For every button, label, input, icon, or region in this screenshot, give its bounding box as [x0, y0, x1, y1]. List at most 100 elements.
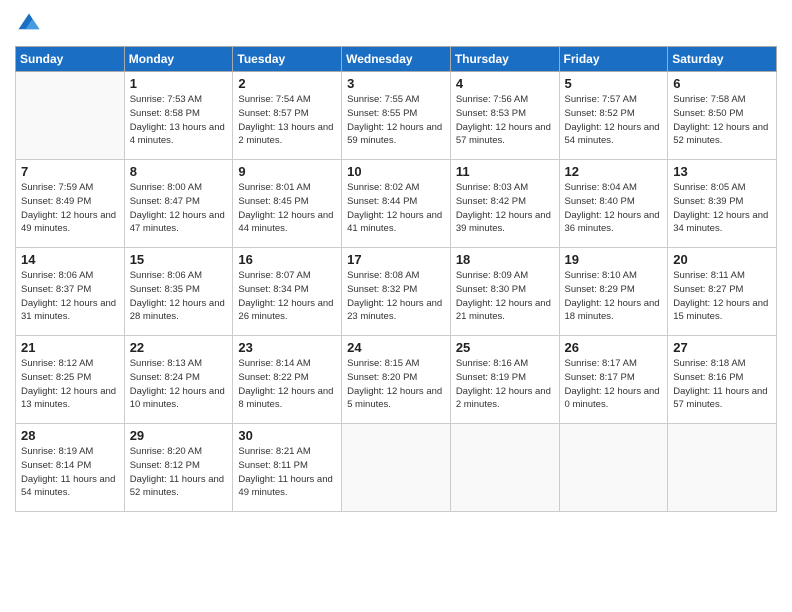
- day-number: 23: [238, 340, 336, 355]
- day-detail: Sunrise: 8:00 AM Sunset: 8:47 PM Dayligh…: [130, 181, 228, 236]
- calendar-cell: 28 Sunrise: 8:19 AM Sunset: 8:14 PM Dayli…: [16, 424, 125, 512]
- day-number: 27: [673, 340, 771, 355]
- calendar-cell: 8 Sunrise: 8:00 AM Sunset: 8:47 PM Daylig…: [124, 160, 233, 248]
- day-number: 12: [565, 164, 663, 179]
- calendar-cell: 17 Sunrise: 8:08 AM Sunset: 8:32 PM Dayli…: [342, 248, 451, 336]
- day-detail: Sunrise: 7:57 AM Sunset: 8:52 PM Dayligh…: [565, 93, 663, 148]
- day-detail: Sunrise: 8:06 AM Sunset: 8:35 PM Dayligh…: [130, 269, 228, 324]
- day-detail: Sunrise: 8:19 AM Sunset: 8:14 PM Dayligh…: [21, 445, 119, 500]
- day-detail: Sunrise: 8:05 AM Sunset: 8:39 PM Dayligh…: [673, 181, 771, 236]
- day-number: 14: [21, 252, 119, 267]
- weekday-header-thursday: Thursday: [450, 47, 559, 72]
- day-detail: Sunrise: 8:16 AM Sunset: 8:19 PM Dayligh…: [456, 357, 554, 412]
- day-detail: Sunrise: 8:07 AM Sunset: 8:34 PM Dayligh…: [238, 269, 336, 324]
- day-detail: Sunrise: 8:01 AM Sunset: 8:45 PM Dayligh…: [238, 181, 336, 236]
- calendar-cell: 1 Sunrise: 7:53 AM Sunset: 8:58 PM Daylig…: [124, 72, 233, 160]
- day-detail: Sunrise: 8:17 AM Sunset: 8:17 PM Dayligh…: [565, 357, 663, 412]
- day-number: 10: [347, 164, 445, 179]
- calendar-cell: [559, 424, 668, 512]
- calendar-cell: 23 Sunrise: 8:14 AM Sunset: 8:22 PM Dayli…: [233, 336, 342, 424]
- calendar-cell: 3 Sunrise: 7:55 AM Sunset: 8:55 PM Daylig…: [342, 72, 451, 160]
- calendar-cell: 19 Sunrise: 8:10 AM Sunset: 8:29 PM Dayli…: [559, 248, 668, 336]
- weekday-header-sunday: Sunday: [16, 47, 125, 72]
- calendar-cell: 16 Sunrise: 8:07 AM Sunset: 8:34 PM Dayli…: [233, 248, 342, 336]
- day-number: 2: [238, 76, 336, 91]
- calendar-cell: 2 Sunrise: 7:54 AM Sunset: 8:57 PM Daylig…: [233, 72, 342, 160]
- calendar-table: SundayMondayTuesdayWednesdayThursdayFrid…: [15, 46, 777, 512]
- day-detail: Sunrise: 8:06 AM Sunset: 8:37 PM Dayligh…: [21, 269, 119, 324]
- day-detail: Sunrise: 7:53 AM Sunset: 8:58 PM Dayligh…: [130, 93, 228, 148]
- calendar-cell: 11 Sunrise: 8:03 AM Sunset: 8:42 PM Dayli…: [450, 160, 559, 248]
- weekday-header-saturday: Saturday: [668, 47, 777, 72]
- day-number: 3: [347, 76, 445, 91]
- calendar-cell: 21 Sunrise: 8:12 AM Sunset: 8:25 PM Dayli…: [16, 336, 125, 424]
- calendar-cell: 5Sunrise: 7:57 AM Sunset: 8:52 PM Daylig…: [559, 72, 668, 160]
- day-number: 6: [673, 76, 771, 91]
- day-number: 21: [21, 340, 119, 355]
- day-detail: Sunrise: 8:10 AM Sunset: 8:29 PM Dayligh…: [565, 269, 663, 324]
- day-detail: Sunrise: 7:59 AM Sunset: 8:49 PM Dayligh…: [21, 181, 119, 236]
- calendar-cell: [342, 424, 451, 512]
- day-number: 8: [130, 164, 228, 179]
- day-number: 18: [456, 252, 554, 267]
- day-number: 22: [130, 340, 228, 355]
- calendar-cell: 18 Sunrise: 8:09 AM Sunset: 8:30 PM Dayli…: [450, 248, 559, 336]
- calendar-cell: 30 Sunrise: 8:21 AM Sunset: 8:11 PM Dayli…: [233, 424, 342, 512]
- day-detail: Sunrise: 7:55 AM Sunset: 8:55 PM Dayligh…: [347, 93, 445, 148]
- calendar-cell: 20 Sunrise: 8:11 AM Sunset: 8:27 PM Dayli…: [668, 248, 777, 336]
- calendar-cell: 12 Sunrise: 8:04 AM Sunset: 8:40 PM Dayli…: [559, 160, 668, 248]
- logo: [15, 10, 47, 38]
- calendar-cell: 6 Sunrise: 7:58 AM Sunset: 8:50 PM Daylig…: [668, 72, 777, 160]
- calendar-cell: 4 Sunrise: 7:56 AM Sunset: 8:53 PM Daylig…: [450, 72, 559, 160]
- day-detail: Sunrise: 8:02 AM Sunset: 8:44 PM Dayligh…: [347, 181, 445, 236]
- calendar-cell: [668, 424, 777, 512]
- weekday-header-friday: Friday: [559, 47, 668, 72]
- day-detail: Sunrise: 7:56 AM Sunset: 8:53 PM Dayligh…: [456, 93, 554, 148]
- day-number: 28: [21, 428, 119, 443]
- weekday-header-monday: Monday: [124, 47, 233, 72]
- day-detail: Sunrise: 7:54 AM Sunset: 8:57 PM Dayligh…: [238, 93, 336, 148]
- day-number: 13: [673, 164, 771, 179]
- day-number: 15: [130, 252, 228, 267]
- calendar-cell: 26Sunrise: 8:17 AM Sunset: 8:17 PM Dayli…: [559, 336, 668, 424]
- calendar-cell: 13 Sunrise: 8:05 AM Sunset: 8:39 PM Dayli…: [668, 160, 777, 248]
- day-number: 19: [565, 252, 663, 267]
- day-number: 20: [673, 252, 771, 267]
- calendar-cell: 29 Sunrise: 8:20 AM Sunset: 8:12 PM Dayli…: [124, 424, 233, 512]
- weekday-header-wednesday: Wednesday: [342, 47, 451, 72]
- day-detail: Sunrise: 8:08 AM Sunset: 8:32 PM Dayligh…: [347, 269, 445, 324]
- calendar-cell: 25 Sunrise: 8:16 AM Sunset: 8:19 PM Dayli…: [450, 336, 559, 424]
- day-number: 16: [238, 252, 336, 267]
- day-number: 29: [130, 428, 228, 443]
- day-number: 17: [347, 252, 445, 267]
- calendar-cell: 27Sunrise: 8:18 AM Sunset: 8:16 PM Dayli…: [668, 336, 777, 424]
- calendar-cell: 9 Sunrise: 8:01 AM Sunset: 8:45 PM Daylig…: [233, 160, 342, 248]
- day-number: 25: [456, 340, 554, 355]
- calendar-cell: [16, 72, 125, 160]
- day-number: 1: [130, 76, 228, 91]
- calendar-cell: [450, 424, 559, 512]
- day-number: 11: [456, 164, 554, 179]
- day-detail: Sunrise: 8:20 AM Sunset: 8:12 PM Dayligh…: [130, 445, 228, 500]
- day-number: 30: [238, 428, 336, 443]
- weekday-header-tuesday: Tuesday: [233, 47, 342, 72]
- day-detail: Sunrise: 8:21 AM Sunset: 8:11 PM Dayligh…: [238, 445, 336, 500]
- day-detail: Sunrise: 8:14 AM Sunset: 8:22 PM Dayligh…: [238, 357, 336, 412]
- day-number: 9: [238, 164, 336, 179]
- logo-icon: [15, 10, 43, 38]
- day-number: 7: [21, 164, 119, 179]
- calendar-cell: 10 Sunrise: 8:02 AM Sunset: 8:44 PM Dayli…: [342, 160, 451, 248]
- calendar-cell: 7 Sunrise: 7:59 AM Sunset: 8:49 PM Daylig…: [16, 160, 125, 248]
- day-detail: Sunrise: 8:09 AM Sunset: 8:30 PM Dayligh…: [456, 269, 554, 324]
- calendar-cell: 22 Sunrise: 8:13 AM Sunset: 8:24 PM Dayli…: [124, 336, 233, 424]
- day-detail: Sunrise: 8:12 AM Sunset: 8:25 PM Dayligh…: [21, 357, 119, 412]
- day-detail: Sunrise: 8:04 AM Sunset: 8:40 PM Dayligh…: [565, 181, 663, 236]
- day-detail: Sunrise: 7:58 AM Sunset: 8:50 PM Dayligh…: [673, 93, 771, 148]
- day-detail: Sunrise: 8:03 AM Sunset: 8:42 PM Dayligh…: [456, 181, 554, 236]
- page-header: [15, 10, 777, 38]
- day-detail: Sunrise: 8:15 AM Sunset: 8:20 PM Dayligh…: [347, 357, 445, 412]
- day-detail: Sunrise: 8:11 AM Sunset: 8:27 PM Dayligh…: [673, 269, 771, 324]
- day-number: 4: [456, 76, 554, 91]
- calendar-cell: 24Sunrise: 8:15 AM Sunset: 8:20 PM Dayli…: [342, 336, 451, 424]
- day-detail: Sunrise: 8:13 AM Sunset: 8:24 PM Dayligh…: [130, 357, 228, 412]
